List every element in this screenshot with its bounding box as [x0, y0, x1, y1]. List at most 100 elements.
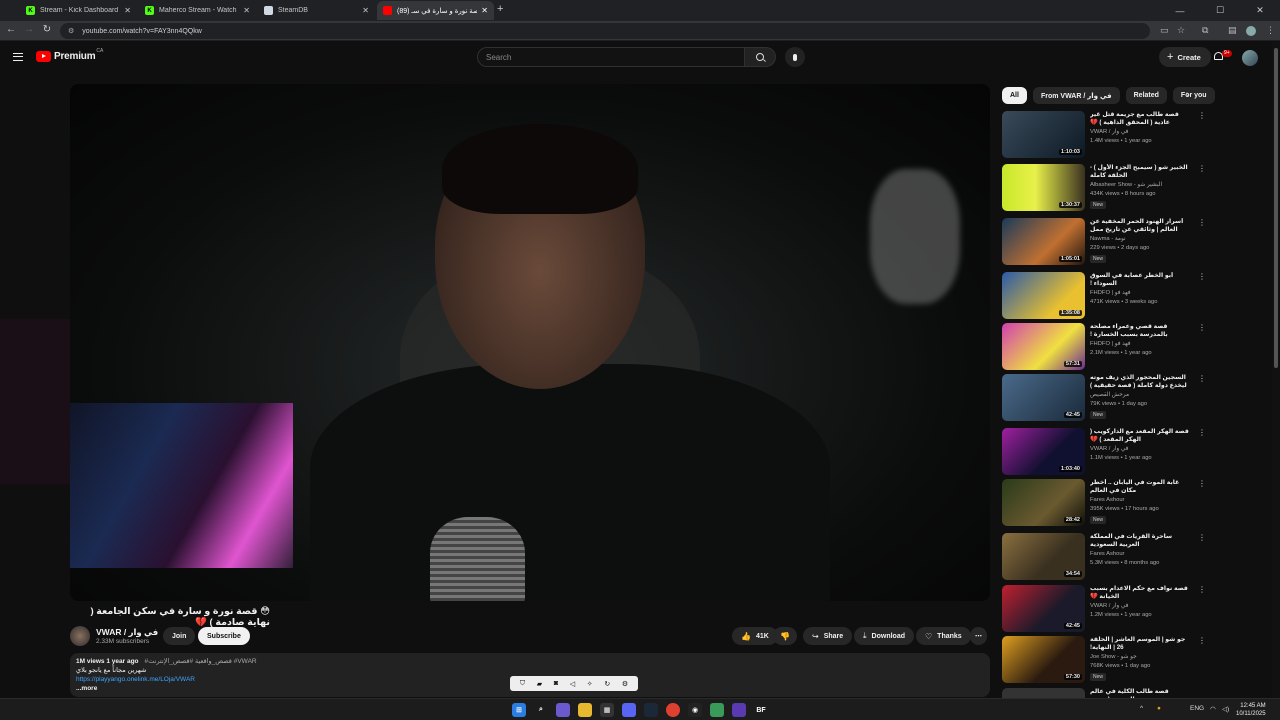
more-icon[interactable]: ⋮ — [1198, 586, 1206, 594]
steam-icon[interactable] — [644, 703, 658, 717]
minimize-icon[interactable]: — — [1160, 0, 1200, 21]
list-item[interactable]: 28:42 غابة الموت في اليابان .. أخطر مكان… — [1002, 479, 1206, 527]
list-item[interactable]: 1:30:37 الخبير شو ( سيمبح الجزء الأول ) … — [1002, 164, 1206, 212]
video-thumbnail[interactable]: 1:03:40 — [1002, 428, 1085, 475]
more-icon[interactable]: ⋮ — [1198, 429, 1206, 437]
close-window-icon[interactable]: ✕ — [1240, 0, 1280, 21]
video-thumbnail[interactable]: 57:31 — [1002, 323, 1085, 370]
back-icon[interactable]: ← — [4, 24, 18, 35]
video-thumbnail[interactable]: 1:05:01 — [1002, 218, 1085, 265]
more-icon[interactable]: ⋮ — [1198, 375, 1206, 383]
list-item[interactable]: 34:54 ساحرة القريات في المملكة العربية ا… — [1002, 533, 1206, 581]
avatar[interactable] — [1242, 50, 1258, 66]
clock[interactable]: 12:45 AM 10/11/2025 — [1236, 702, 1266, 718]
settings-icon[interactable]: ⚙ — [622, 680, 628, 688]
list-item[interactable]: 42:45 السجين المحجور الذي زيف موته ليخدع… — [1002, 374, 1206, 422]
list-item[interactable]: 42:45 قصة نواف مع حكم الاعدام بسبب الخيا… — [1002, 585, 1206, 633]
maximize-icon[interactable]: ☐ — [1200, 0, 1240, 21]
scrollbar-thumb[interactable] — [1274, 48, 1278, 368]
close-icon[interactable]: ✕ — [243, 6, 250, 15]
video-thumbnail[interactable]: 1:30:37 — [1002, 164, 1085, 211]
voice-search-button[interactable] — [785, 47, 805, 67]
more-icon[interactable]: ⋮ — [1198, 219, 1206, 227]
more-icon[interactable]: ⋮ — [1198, 112, 1206, 120]
profile-avatar[interactable] — [1246, 26, 1256, 36]
shield-icon[interactable]: ⛉ — [520, 680, 525, 688]
more-icon[interactable]: ⋮ — [1198, 534, 1206, 542]
close-icon[interactable]: ✕ — [362, 6, 369, 15]
list-item[interactable]: 1:05:01 أسرار الهنود الحمر المخفية عن ال… — [1002, 218, 1206, 266]
store-icon[interactable]: ▦ — [600, 703, 614, 717]
chip-related[interactable]: Related — [1125, 87, 1167, 104]
folder-icon[interactable]: ▰ — [537, 680, 542, 688]
search-button[interactable] — [745, 47, 776, 67]
subscribe-button[interactable]: Subscribe — [198, 627, 250, 645]
file-explorer-icon[interactable] — [578, 703, 592, 717]
sidebar-icon[interactable]: ▤ — [1228, 25, 1237, 36]
site-info-icon[interactable]: ⚙ — [68, 27, 74, 35]
download-button[interactable]: ⤓ Download — [854, 627, 914, 645]
chrome-icon[interactable] — [666, 703, 680, 717]
channel-avatar[interactable] — [70, 626, 90, 646]
more-icon[interactable]: ⋮ — [1198, 165, 1206, 173]
browser-tab[interactable]: K Stream - Kick Dashboard ✕ — [20, 1, 137, 20]
new-tab-icon[interactable]: + — [497, 3, 503, 15]
share-button[interactable]: ↪ Share — [803, 627, 853, 645]
page-scrollbar[interactable] — [1272, 42, 1280, 698]
tray-app-icon[interactable]: ● — [1157, 705, 1161, 712]
more-icon[interactable]: ⋮ — [1198, 324, 1206, 332]
list-item[interactable]: 1:10:03 قصة طالب مع جريمة قتل غير عادية … — [1002, 111, 1206, 159]
menu-kebab-icon[interactable]: ⋮ — [1266, 25, 1275, 36]
discord-icon[interactable] — [622, 703, 636, 717]
more-icon[interactable]: ⋮ — [1198, 480, 1206, 488]
browser-tab[interactable]: SteamDB ✕ — [258, 1, 375, 20]
close-icon[interactable]: ✕ — [481, 6, 488, 15]
list-item[interactable]: قصة طالب الكلية في عالم الجريمة ( سجن — [1002, 688, 1202, 698]
video-thumbnail[interactable]: 34:54 — [1002, 533, 1085, 580]
video-thumbnail[interactable]: 28:42 — [1002, 479, 1085, 526]
video-thumbnail[interactable] — [1002, 688, 1085, 698]
thanks-button[interactable]: ♡ Thanks — [916, 627, 971, 645]
start-icon[interactable]: ⊞ — [512, 703, 526, 717]
channel-name[interactable]: VWAR / في وار — [96, 627, 158, 638]
more-icon[interactable]: ⋮ — [1198, 637, 1206, 645]
refresh-icon[interactable]: ↻ — [604, 680, 610, 688]
extensions-icon[interactable]: ⧉ — [1202, 25, 1208, 36]
video-thumbnail[interactable]: 42:45 — [1002, 374, 1085, 421]
chip-all[interactable]: All — [1002, 87, 1027, 104]
list-item[interactable]: 57:31 قصة قصي وعمراء مصلحة بالمدرسة بسبب… — [1002, 323, 1206, 371]
bookmark-star-icon[interactable]: ☆ — [1177, 25, 1185, 36]
copilot-icon[interactable] — [556, 703, 570, 717]
video-player[interactable] — [70, 84, 990, 601]
camera-icon[interactable]: ◙ — [554, 680, 558, 687]
description-link[interactable]: https://playyango.onelink.me/LOja/VWAR — [76, 676, 195, 683]
app-icon[interactable] — [732, 703, 746, 717]
like-button[interactable]: 👍 41K — [732, 627, 778, 645]
list-item[interactable]: 1:35:08 أبو الخطر عصابة في السوق السوداء… — [1002, 272, 1206, 320]
dislike-button[interactable]: 👎 — [773, 627, 797, 645]
reload-icon[interactable]: ↻ — [40, 24, 54, 35]
forward-icon[interactable]: → — [22, 24, 36, 35]
browser-tab[interactable]: K Maherco Stream - Watch L ✕ — [139, 1, 256, 20]
app-icon[interactable] — [710, 703, 724, 717]
search-icon[interactable]: ⌕ — [534, 703, 548, 717]
chevron-right-icon[interactable]: › — [1186, 89, 1189, 100]
search-input[interactable]: Search — [477, 47, 745, 67]
list-item[interactable]: 1:03:40 قصة الهكر المقعد مع الداركويب ( … — [1002, 428, 1206, 476]
pin-icon[interactable]: ✧ — [587, 680, 593, 688]
youtube-logo[interactable]: Premium CA — [36, 48, 103, 62]
chip-for-you[interactable]: For you — [1172, 87, 1215, 104]
close-icon[interactable]: ✕ — [124, 6, 131, 15]
more-actions-button[interactable]: ⋯ — [970, 627, 987, 645]
join-button[interactable]: Join — [163, 627, 196, 645]
obs-icon[interactable]: ◉ — [688, 703, 702, 717]
wifi-icon[interactable]: ◠ — [1210, 705, 1216, 713]
video-thumbnail[interactable]: 1:10:03 — [1002, 111, 1085, 158]
browser-tab-active[interactable]: (89) قصة نورة و سارة في سـ ✕ — [377, 1, 494, 20]
cast-icon[interactable]: ▭ — [1160, 25, 1169, 36]
language-indicator[interactable]: ENG — [1190, 705, 1204, 712]
chip-from-channel[interactable]: From VWAR / في وار — [1032, 87, 1120, 104]
url-field[interactable]: ⚙ youtube.com/watch?v=FAY3nn4QQkw — [60, 23, 1150, 39]
volume-icon[interactable]: ◁ — [570, 680, 575, 688]
list-item[interactable]: 57:30 جو شو | الموسم العاشر | الحلقة 26 … — [1002, 636, 1206, 684]
